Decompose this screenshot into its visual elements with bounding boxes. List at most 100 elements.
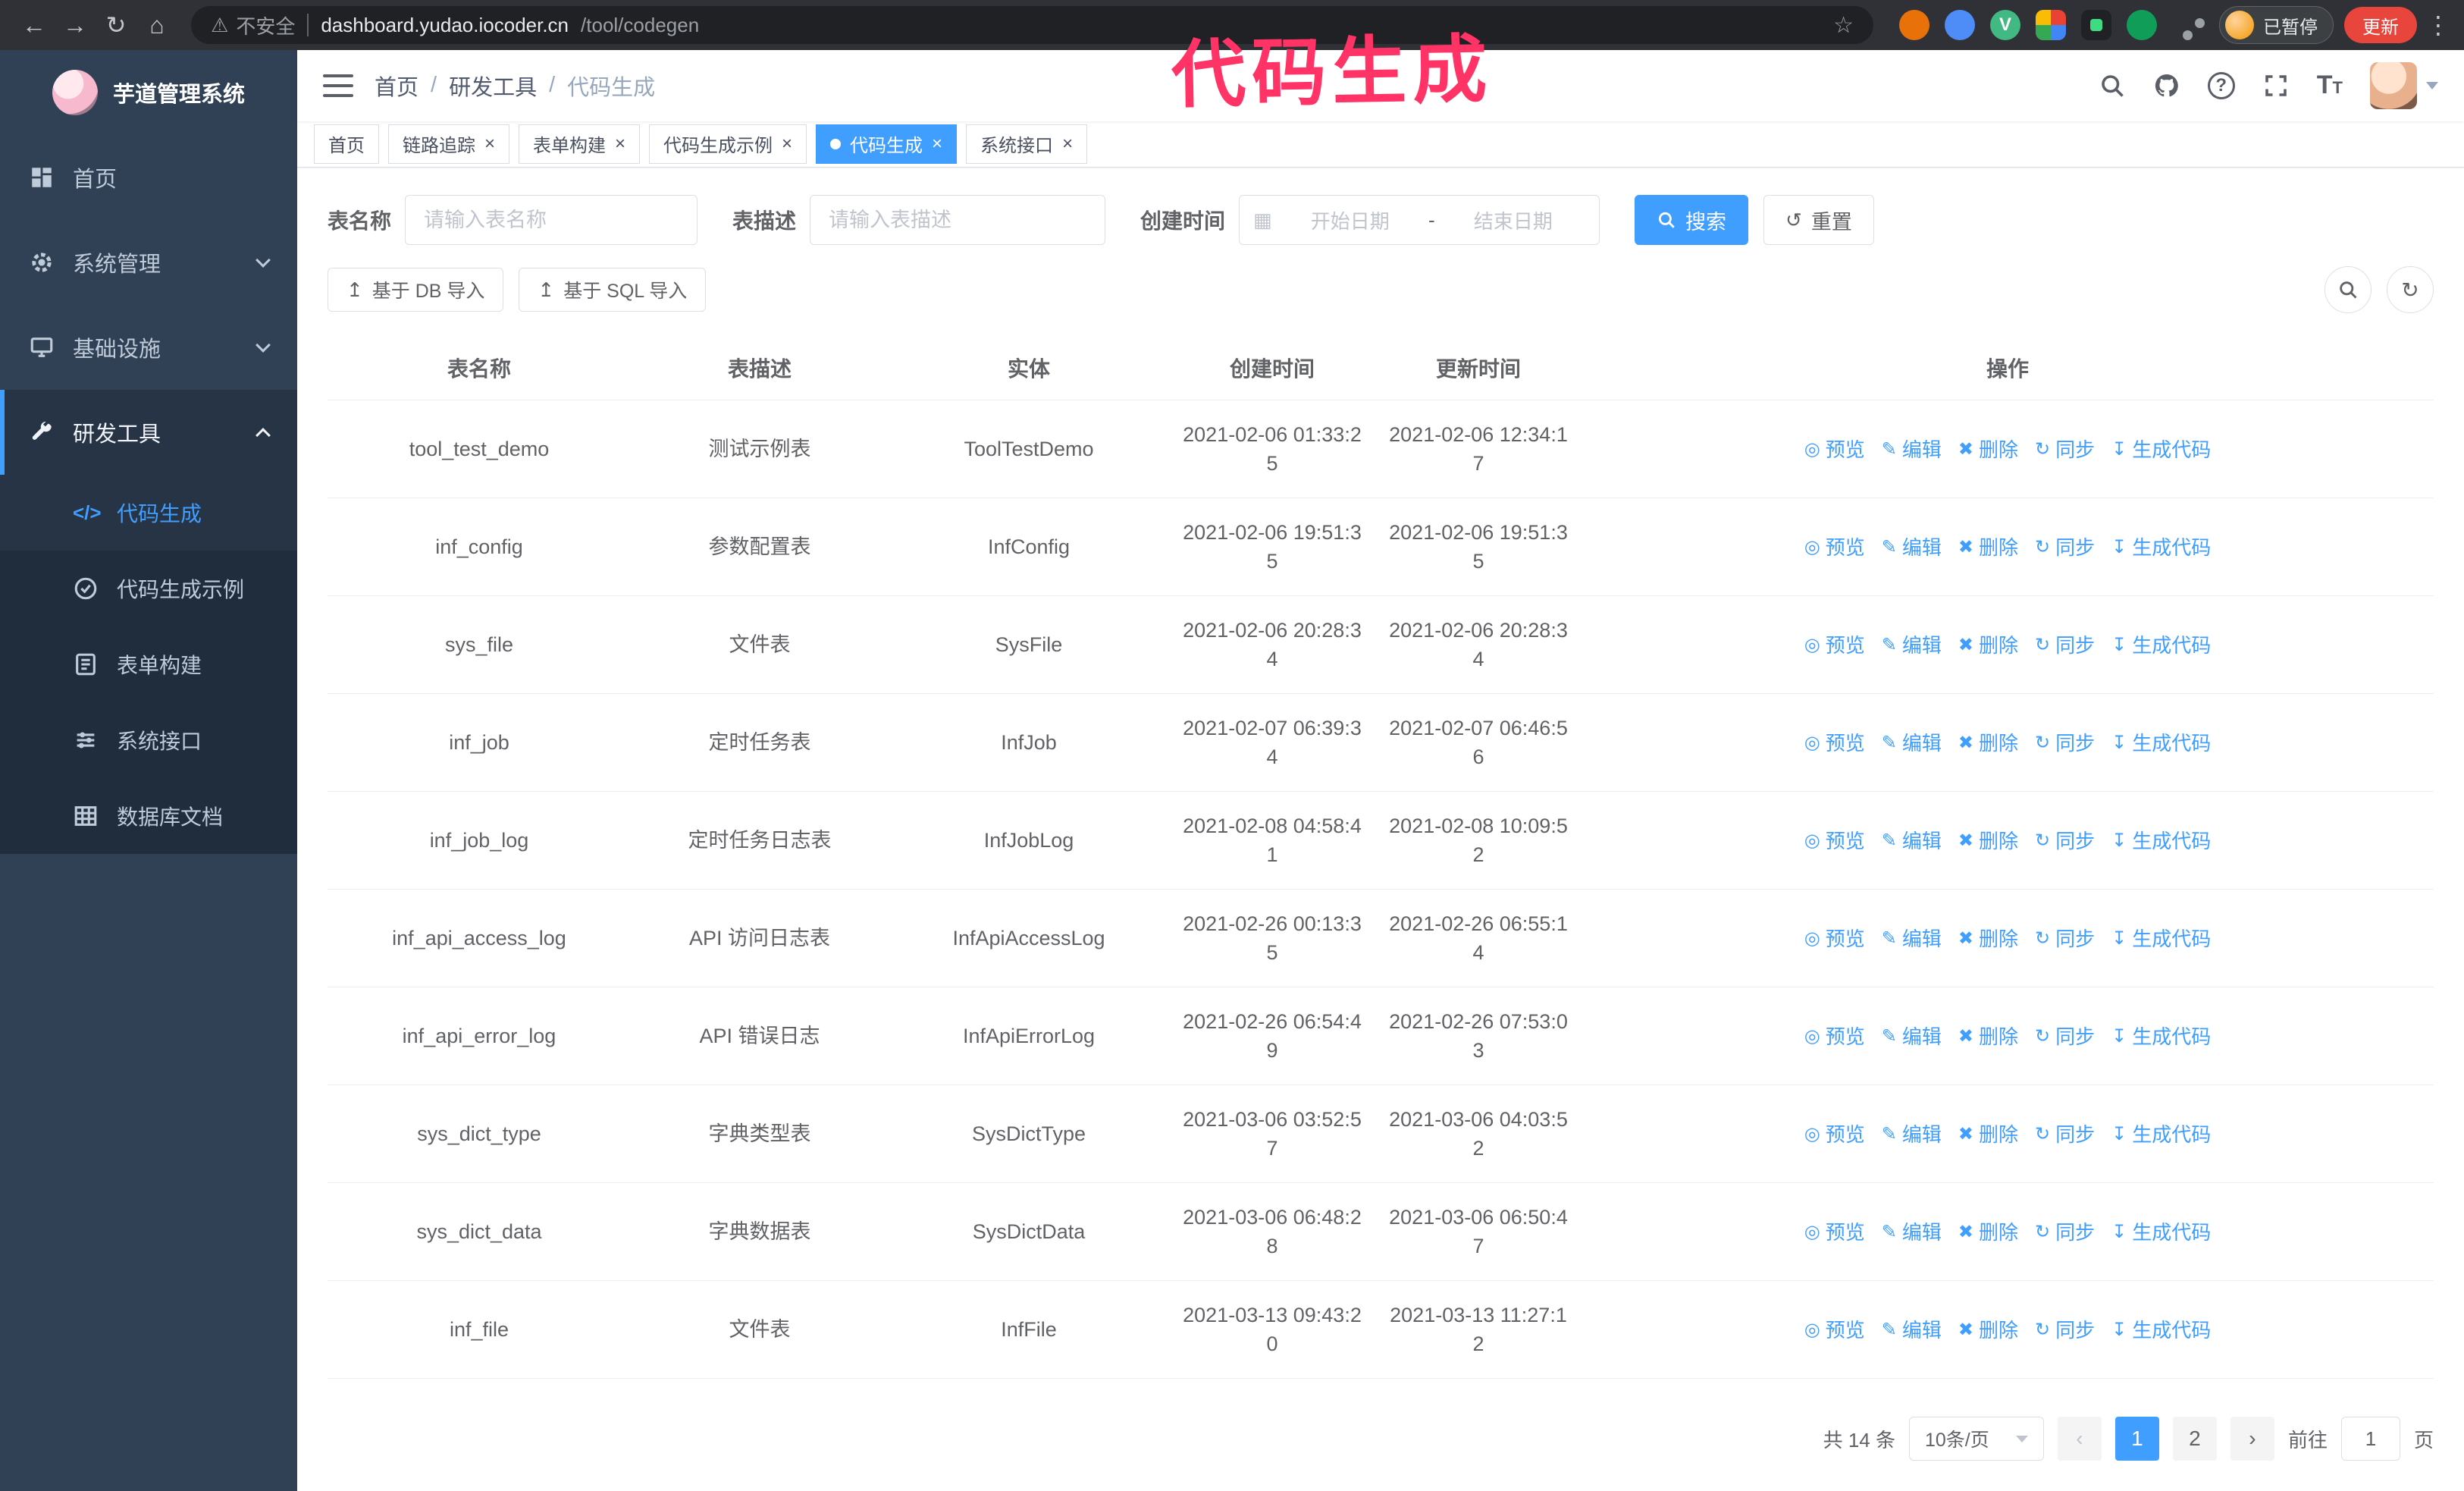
home-button[interactable]: ⌂ — [136, 5, 177, 46]
close-icon[interactable]: × — [484, 134, 495, 153]
row-action-sync[interactable]: ↻ 同步 — [2035, 1120, 2095, 1149]
row-action-preview[interactable]: ◎ 预览 — [1804, 1022, 1865, 1051]
breadcrumb-item[interactable]: 研发工具 — [449, 70, 537, 102]
extension-icon-3[interactable]: V — [1990, 10, 2020, 40]
sidebar-item-system[interactable]: 系统管理 — [0, 220, 297, 305]
import-db-button[interactable]: ↥ 基于 DB 导入 — [328, 268, 504, 312]
tab-tracing[interactable]: 链路追踪 × — [388, 124, 510, 164]
row-action-delete[interactable]: ✖ 删除 — [1958, 1316, 2018, 1345]
github-icon[interactable] — [2153, 72, 2180, 99]
profile-chip[interactable]: 已暂停 — [2219, 6, 2334, 44]
app-logo[interactable]: 芋道管理系统 — [0, 50, 297, 135]
row-action-preview[interactable]: ◎ 预览 — [1804, 631, 1865, 660]
row-action-sync[interactable]: ↻ 同步 — [2035, 533, 2095, 562]
tab-home[interactable]: 首页 — [314, 124, 379, 164]
tab-codegen-example[interactable]: 代码生成示例 × — [649, 124, 807, 164]
user-avatar[interactable] — [2370, 61, 2438, 109]
row-action-sync[interactable]: ↻ 同步 — [2035, 631, 2095, 660]
row-action-generate[interactable]: ↧ 生成代码 — [2111, 1316, 2211, 1345]
extension-icon-6[interactable] — [2127, 10, 2157, 40]
bookmark-star-icon[interactable]: ☆ — [1833, 12, 1854, 39]
refresh-button[interactable]: ↻ — [2387, 266, 2434, 313]
row-action-edit[interactable]: ✎ 编辑 — [1882, 435, 1942, 464]
row-action-preview[interactable]: ◎ 预览 — [1804, 729, 1865, 758]
next-page-button[interactable]: › — [2230, 1417, 2274, 1461]
row-action-sync[interactable]: ↻ 同步 — [2035, 1218, 2095, 1247]
row-action-edit[interactable]: ✎ 编辑 — [1882, 1022, 1942, 1051]
fullscreen-icon[interactable] — [2262, 72, 2290, 99]
row-action-generate[interactable]: ↧ 生成代码 — [2111, 435, 2211, 464]
extension-icon-5[interactable] — [2081, 10, 2111, 40]
row-action-preview[interactable]: ◎ 预览 — [1804, 1218, 1865, 1247]
update-button[interactable]: 更新 — [2344, 7, 2417, 43]
search-button[interactable]: 搜索 — [1635, 195, 1749, 245]
row-action-sync[interactable]: ↻ 同步 — [2035, 729, 2095, 758]
goto-page-input[interactable] — [2340, 1417, 2400, 1461]
row-action-generate[interactable]: ↧ 生成代码 — [2111, 1218, 2211, 1247]
close-icon[interactable]: × — [615, 134, 625, 153]
sidebar-item-devtools[interactable]: 研发工具 — [0, 390, 297, 475]
row-action-edit[interactable]: ✎ 编辑 — [1882, 1316, 1942, 1345]
row-action-generate[interactable]: ↧ 生成代码 — [2111, 631, 2211, 660]
sidebar-item-codegen-example[interactable]: 代码生成示例 — [0, 551, 297, 626]
security-warning[interactable]: ⚠ 不安全 — [211, 11, 295, 39]
row-action-delete[interactable]: ✖ 删除 — [1958, 435, 2018, 464]
tab-form-builder[interactable]: 表单构建 × — [519, 124, 641, 164]
table-desc-input[interactable] — [810, 195, 1106, 245]
search-icon[interactable] — [2099, 72, 2126, 99]
extension-icon-2[interactable] — [1945, 10, 1975, 40]
page-size-select[interactable]: 10条/页 — [1908, 1417, 2044, 1461]
back-button[interactable]: ← — [14, 5, 55, 46]
close-icon[interactable]: × — [782, 134, 792, 153]
tab-codegen[interactable]: 代码生成 × — [816, 124, 958, 164]
address-bar[interactable]: ⚠ 不安全 dashboard.yudao.iocoder.cn/tool/co… — [191, 6, 1873, 44]
row-action-preview[interactable]: ◎ 预览 — [1804, 827, 1865, 855]
browser-menu-icon[interactable]: ⋮ — [2426, 11, 2450, 39]
row-action-preview[interactable]: ◎ 预览 — [1804, 435, 1865, 464]
row-action-edit[interactable]: ✎ 编辑 — [1882, 924, 1942, 953]
row-action-delete[interactable]: ✖ 删除 — [1958, 729, 2018, 758]
close-icon[interactable]: × — [932, 134, 942, 153]
row-action-generate[interactable]: ↧ 生成代码 — [2111, 533, 2211, 562]
font-size-icon[interactable]: TT — [2317, 71, 2343, 100]
row-action-delete[interactable]: ✖ 删除 — [1958, 1120, 2018, 1149]
row-action-sync[interactable]: ↻ 同步 — [2035, 435, 2095, 464]
row-action-generate[interactable]: ↧ 生成代码 — [2111, 924, 2211, 953]
row-action-generate[interactable]: ↧ 生成代码 — [2111, 1120, 2211, 1149]
row-action-generate[interactable]: ↧ 生成代码 — [2111, 1022, 2211, 1051]
date-range-picker[interactable]: ▦ 开始日期 - 结束日期 — [1239, 195, 1600, 245]
row-action-edit[interactable]: ✎ 编辑 — [1882, 631, 1942, 660]
row-action-delete[interactable]: ✖ 删除 — [1958, 1218, 2018, 1247]
row-action-edit[interactable]: ✎ 编辑 — [1882, 533, 1942, 562]
row-action-delete[interactable]: ✖ 删除 — [1958, 827, 2018, 855]
extension-icon-4[interactable] — [2036, 10, 2066, 40]
row-action-preview[interactable]: ◎ 预览 — [1804, 924, 1865, 953]
sidebar-item-db-docs[interactable]: 数据库文档 — [0, 778, 297, 854]
sidebar-item-infra[interactable]: 基础设施 — [0, 305, 297, 390]
page-2-button[interactable]: 2 — [2172, 1417, 2217, 1461]
reset-button[interactable]: ↺ 重置 — [1763, 195, 1874, 245]
row-action-edit[interactable]: ✎ 编辑 — [1882, 827, 1942, 855]
row-action-preview[interactable]: ◎ 预览 — [1804, 1120, 1865, 1149]
forward-button[interactable]: → — [55, 5, 96, 46]
row-action-delete[interactable]: ✖ 删除 — [1958, 1022, 2018, 1051]
row-action-edit[interactable]: ✎ 编辑 — [1882, 729, 1942, 758]
start-date-placeholder[interactable]: 开始日期 — [1278, 206, 1422, 234]
page-1-button[interactable]: 1 — [2114, 1417, 2159, 1461]
table-name-input[interactable] — [405, 195, 698, 245]
row-action-preview[interactable]: ◎ 预览 — [1804, 1316, 1865, 1345]
row-action-sync[interactable]: ↻ 同步 — [2035, 827, 2095, 855]
extension-icon-1[interactable] — [1899, 10, 1930, 40]
row-action-generate[interactable]: ↧ 生成代码 — [2111, 729, 2211, 758]
help-icon[interactable]: ? — [2207, 71, 2235, 99]
row-action-delete[interactable]: ✖ 删除 — [1958, 631, 2018, 660]
row-action-preview[interactable]: ◎ 预览 — [1804, 533, 1865, 562]
sidebar-item-system-api[interactable]: 系统接口 — [0, 702, 297, 778]
toggle-search-button[interactable] — [2324, 266, 2372, 313]
sidebar-item-form-builder[interactable]: 表单构建 — [0, 626, 297, 702]
row-action-edit[interactable]: ✎ 编辑 — [1882, 1120, 1942, 1149]
sidebar-item-home[interactable]: 首页 — [0, 135, 297, 220]
import-sql-button[interactable]: ↥ 基于 SQL 导入 — [519, 268, 707, 312]
tab-system-api[interactable]: 系统接口 × — [966, 124, 1088, 164]
row-action-sync[interactable]: ↻ 同步 — [2035, 1316, 2095, 1345]
